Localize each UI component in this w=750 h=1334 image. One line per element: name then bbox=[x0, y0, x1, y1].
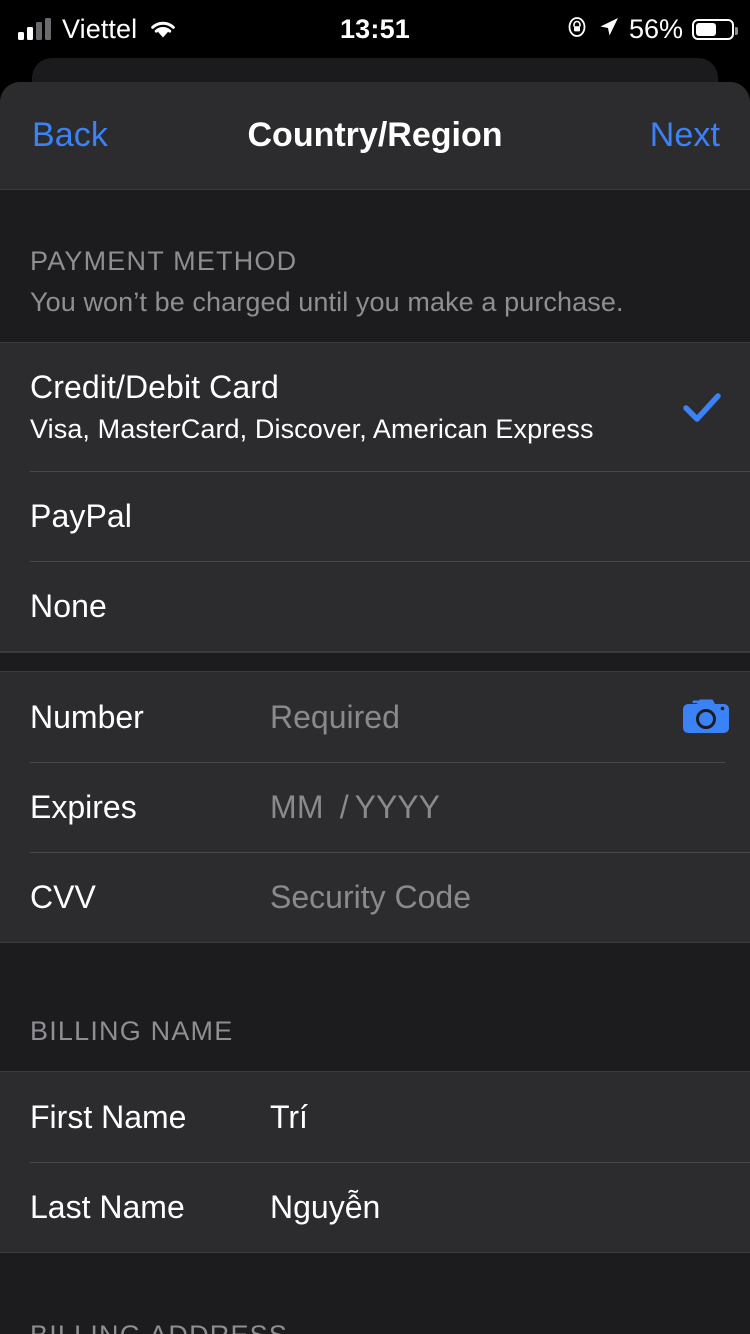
payment-option-text: Credit/Debit Card Visa, MasterCard, Disc… bbox=[30, 369, 594, 445]
back-button[interactable]: Back bbox=[32, 116, 108, 155]
checkmark-icon bbox=[680, 385, 724, 429]
card-expiry-input[interactable]: MM / YYYY bbox=[270, 789, 440, 826]
section-subtitle: You won’t be charged until you make a pu… bbox=[30, 287, 624, 317]
modal-sheet: Back Country/Region Next PAYMENT METHOD … bbox=[0, 82, 750, 1334]
expiry-month-placeholder: MM bbox=[270, 788, 324, 825]
rotation-lock-icon bbox=[565, 15, 589, 44]
section-title: BILLING NAME bbox=[30, 1016, 234, 1046]
card-expiry-row[interactable]: Expires MM / YYYY bbox=[0, 762, 750, 852]
payment-option-paypal[interactable]: PayPal bbox=[0, 471, 750, 561]
battery-percent-label: 56% bbox=[628, 13, 683, 44]
last-name-value[interactable]: Nguyễn bbox=[270, 1189, 380, 1226]
expiry-separator: / bbox=[339, 788, 349, 825]
payment-method-section-header: PAYMENT METHOD You won’t be charged unti… bbox=[0, 190, 750, 342]
navigation-bar: Back Country/Region Next bbox=[0, 82, 750, 190]
phone-screen: Viettel 13:51 56% Back Country/Region Ne… bbox=[0, 0, 750, 1334]
card-cvv-input[interactable]: Security Code bbox=[270, 879, 471, 916]
payment-option-detail: Visa, MasterCard, Discover, American Exp… bbox=[30, 414, 594, 444]
billing-name-group: First Name Trí Last Name Nguyễn bbox=[0, 1071, 750, 1253]
card-details-group: Number Required Expires MM / YYYY CVV Se… bbox=[0, 672, 750, 943]
first-name-value[interactable]: Trí bbox=[270, 1099, 308, 1136]
group-separator bbox=[0, 652, 750, 672]
billing-address-section-header: BILLING ADDRESS bbox=[0, 1253, 750, 1334]
camera-icon[interactable] bbox=[680, 695, 732, 739]
card-number-input[interactable]: Required bbox=[270, 699, 400, 736]
payment-option-none[interactable]: None bbox=[0, 561, 750, 651]
expiry-year-placeholder: YYYY bbox=[354, 788, 440, 825]
battery-icon bbox=[692, 18, 738, 40]
section-title: BILLING ADDRESS bbox=[30, 1320, 720, 1334]
section-title: PAYMENT METHOD bbox=[30, 246, 298, 276]
card-cvv-label: CVV bbox=[30, 878, 96, 915]
billing-name-section-header: BILLING NAME bbox=[0, 943, 750, 1071]
status-bar: Viettel 13:51 56% bbox=[0, 0, 750, 58]
card-cvv-row[interactable]: CVV Security Code bbox=[0, 852, 750, 942]
card-number-row[interactable]: Number Required bbox=[0, 672, 750, 762]
first-name-label: First Name bbox=[30, 1098, 187, 1135]
status-bar-right: 56% bbox=[565, 0, 738, 58]
location-arrow-icon bbox=[598, 16, 620, 43]
first-name-row[interactable]: First Name Trí bbox=[0, 1072, 750, 1162]
payment-option-label: None bbox=[30, 587, 107, 624]
payment-option-label: Credit/Debit Card bbox=[30, 369, 279, 405]
payment-method-group: Credit/Debit Card Visa, MasterCard, Disc… bbox=[0, 342, 750, 652]
card-number-label: Number bbox=[30, 698, 144, 735]
settings-scroll-area[interactable]: PAYMENT METHOD You won’t be charged unti… bbox=[0, 190, 750, 1334]
card-expiry-label: Expires bbox=[30, 788, 137, 825]
payment-option-credit-debit-card[interactable]: Credit/Debit Card Visa, MasterCard, Disc… bbox=[0, 343, 750, 471]
clock-label: 13:51 bbox=[339, 13, 411, 44]
payment-option-label: PayPal bbox=[30, 497, 132, 534]
last-name-label: Last Name bbox=[30, 1188, 185, 1225]
page-title: Country/Region bbox=[247, 116, 503, 154]
next-button[interactable]: Next bbox=[650, 116, 720, 155]
last-name-row[interactable]: Last Name Nguyễn bbox=[0, 1162, 750, 1252]
